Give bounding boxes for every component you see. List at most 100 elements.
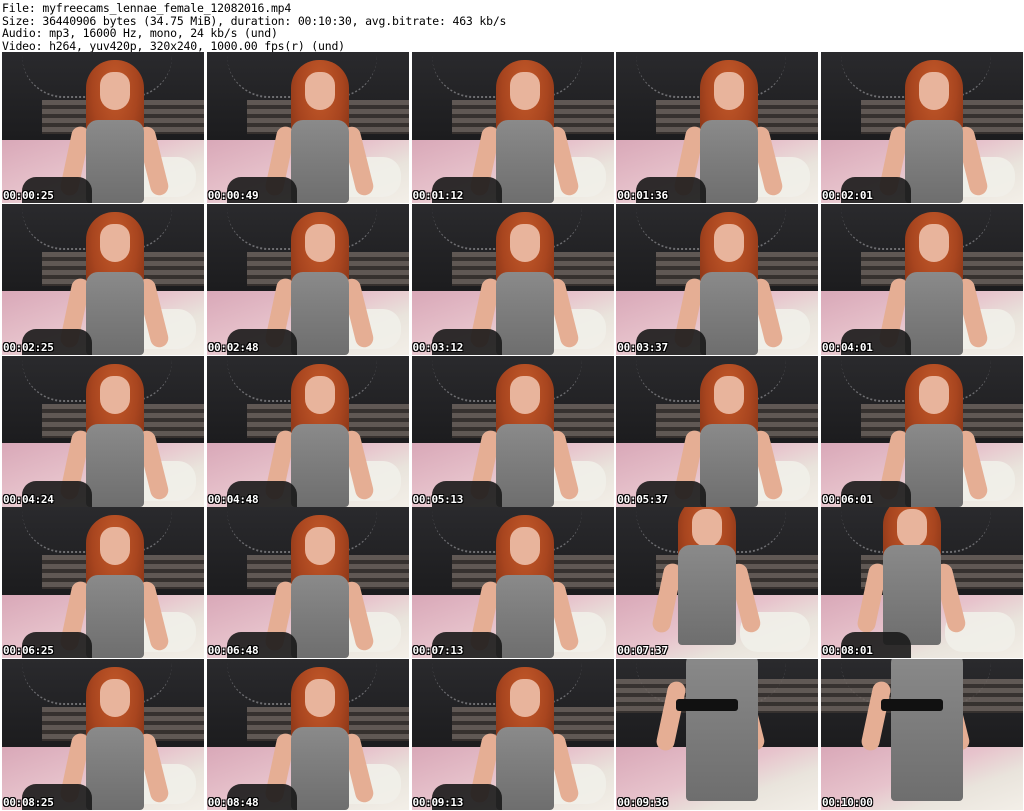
audio-info-line: Audio: mp3, 16000 Hz, mono, 24 kb/s (und… <box>2 26 278 40</box>
video-thumbnail[interactable]: 00:08:48 <box>206 659 409 810</box>
thumbnail-timestamp: 00:02:01 <box>822 189 873 202</box>
thumbnail-timestamp: 00:08:48 <box>207 796 259 809</box>
video-thumbnail[interactable]: 00:03:12 <box>411 203 614 355</box>
face <box>304 223 335 262</box>
face <box>714 223 745 262</box>
face <box>304 527 335 566</box>
video-thumbnail[interactable]: 00:09:36 <box>616 659 819 810</box>
person <box>263 515 375 659</box>
dress <box>891 659 963 801</box>
video-thumbnail[interactable]: 00:01:36 <box>616 52 819 203</box>
person <box>651 507 763 658</box>
dress <box>495 120 554 203</box>
face <box>100 375 130 414</box>
video-thumbnail[interactable]: 00:08:25 <box>2 659 204 810</box>
person <box>58 667 171 810</box>
video-thumbnail[interactable]: 00:06:01 <box>821 355 1023 507</box>
dress <box>495 727 554 810</box>
face <box>714 375 745 414</box>
video-thumbnail[interactable]: 00:04:24 <box>2 355 204 507</box>
dress <box>86 423 144 507</box>
thumbnail-timestamp: 00:01:12 <box>412 189 464 202</box>
video-thumbnail[interactable]: 00:06:25 <box>2 507 204 659</box>
video-thumbnail[interactable]: 00:09:13 <box>411 659 614 810</box>
dress <box>883 545 941 646</box>
thumbnail-timestamp: 00:07:13 <box>412 644 464 658</box>
thumbnail-timestamp: 00:10:00 <box>822 796 873 809</box>
thumbnail-timestamp: 00:04:01 <box>822 340 873 354</box>
person <box>877 363 990 507</box>
thumbnail-timestamp: 00:04:48 <box>207 492 259 506</box>
video-thumbnail[interactable]: 00:06:48 <box>206 507 409 659</box>
video-thumbnail[interactable]: 00:04:48 <box>206 355 409 507</box>
video-thumbnail[interactable]: 00:00:49 <box>206 52 409 203</box>
video-thumbnail[interactable]: 00:07:13 <box>411 507 614 659</box>
thumbnail-timestamp: 00:08:01 <box>822 644 873 658</box>
thumbnail-timestamp: 00:00:25 <box>3 189 54 202</box>
face <box>897 509 927 548</box>
thumbnail-timestamp: 00:02:25 <box>3 340 54 354</box>
thumbnail-timestamp: 00:03:12 <box>412 340 464 354</box>
video-thumbnail[interactable]: 00:05:13 <box>411 355 614 507</box>
video-thumbnail[interactable]: 00:03:37 <box>616 203 819 355</box>
thumbnail-timestamp: 00:09:13 <box>412 796 464 809</box>
dress <box>905 423 963 507</box>
video-thumbnail[interactable]: 00:02:48 <box>206 203 409 355</box>
belt <box>881 699 943 711</box>
face <box>304 679 335 717</box>
dress <box>290 727 349 810</box>
person <box>673 363 785 507</box>
face <box>509 223 540 262</box>
person <box>877 60 990 203</box>
person <box>58 211 171 355</box>
person <box>468 363 580 507</box>
person <box>58 60 171 203</box>
thumbnail-timestamp: 00:06:01 <box>822 492 873 506</box>
face <box>509 679 540 717</box>
dress <box>905 271 963 355</box>
thumbnail-timestamp: 00:02:48 <box>207 340 259 354</box>
thumbnail-timestamp: 00:00:49 <box>207 189 259 202</box>
video-thumbnail[interactable]: 00:00:25 <box>2 52 204 203</box>
face <box>100 223 130 262</box>
file-info-header: File: myfreecams_lennae_female_12082016.… <box>0 0 1024 52</box>
video-thumbnail[interactable]: 00:02:01 <box>821 52 1023 203</box>
thumbnail-timestamp: 00:06:48 <box>207 644 259 658</box>
dress <box>86 271 144 355</box>
thumbnail-timestamp: 00:09:36 <box>617 796 668 809</box>
video-thumbnail[interactable]: 00:04:01 <box>821 203 1023 355</box>
face <box>714 72 745 110</box>
thumbnail-timestamp: 00:01:36 <box>617 189 668 202</box>
belt <box>676 699 739 711</box>
dress <box>905 120 963 203</box>
face <box>100 679 130 717</box>
video-thumbnail[interactable]: 00:10:00 <box>821 659 1023 810</box>
person <box>468 60 580 203</box>
file-name-line: File: myfreecams_lennae_female_12082016.… <box>2 1 292 15</box>
face <box>509 72 540 110</box>
dress <box>495 271 554 355</box>
video-thumbnail[interactable]: 00:08:01 <box>821 507 1023 659</box>
video-thumbnail[interactable]: 00:07:37 <box>616 507 819 659</box>
face <box>509 527 540 566</box>
video-thumbnail[interactable]: 00:02:25 <box>2 203 204 355</box>
face <box>692 509 723 548</box>
dress <box>290 423 349 507</box>
person <box>263 363 375 507</box>
person <box>673 60 785 203</box>
person <box>263 667 375 810</box>
person <box>655 659 767 810</box>
person <box>859 659 972 810</box>
face <box>304 72 335 110</box>
dress <box>700 271 759 355</box>
video-thumbnail[interactable]: 00:01:12 <box>411 52 614 203</box>
person <box>468 211 580 355</box>
video-info-line: Video: h264, yuv420p, 320x240, 1000.00 f… <box>2 38 345 53</box>
thumbnail-timestamp: 00:05:13 <box>412 492 464 506</box>
dress <box>290 575 349 659</box>
dress <box>290 120 349 203</box>
video-thumbnail[interactable]: 00:05:37 <box>616 355 819 507</box>
thumbnail-timestamp: 00:07:37 <box>617 644 668 658</box>
dress <box>86 727 144 810</box>
dress <box>495 423 554 507</box>
